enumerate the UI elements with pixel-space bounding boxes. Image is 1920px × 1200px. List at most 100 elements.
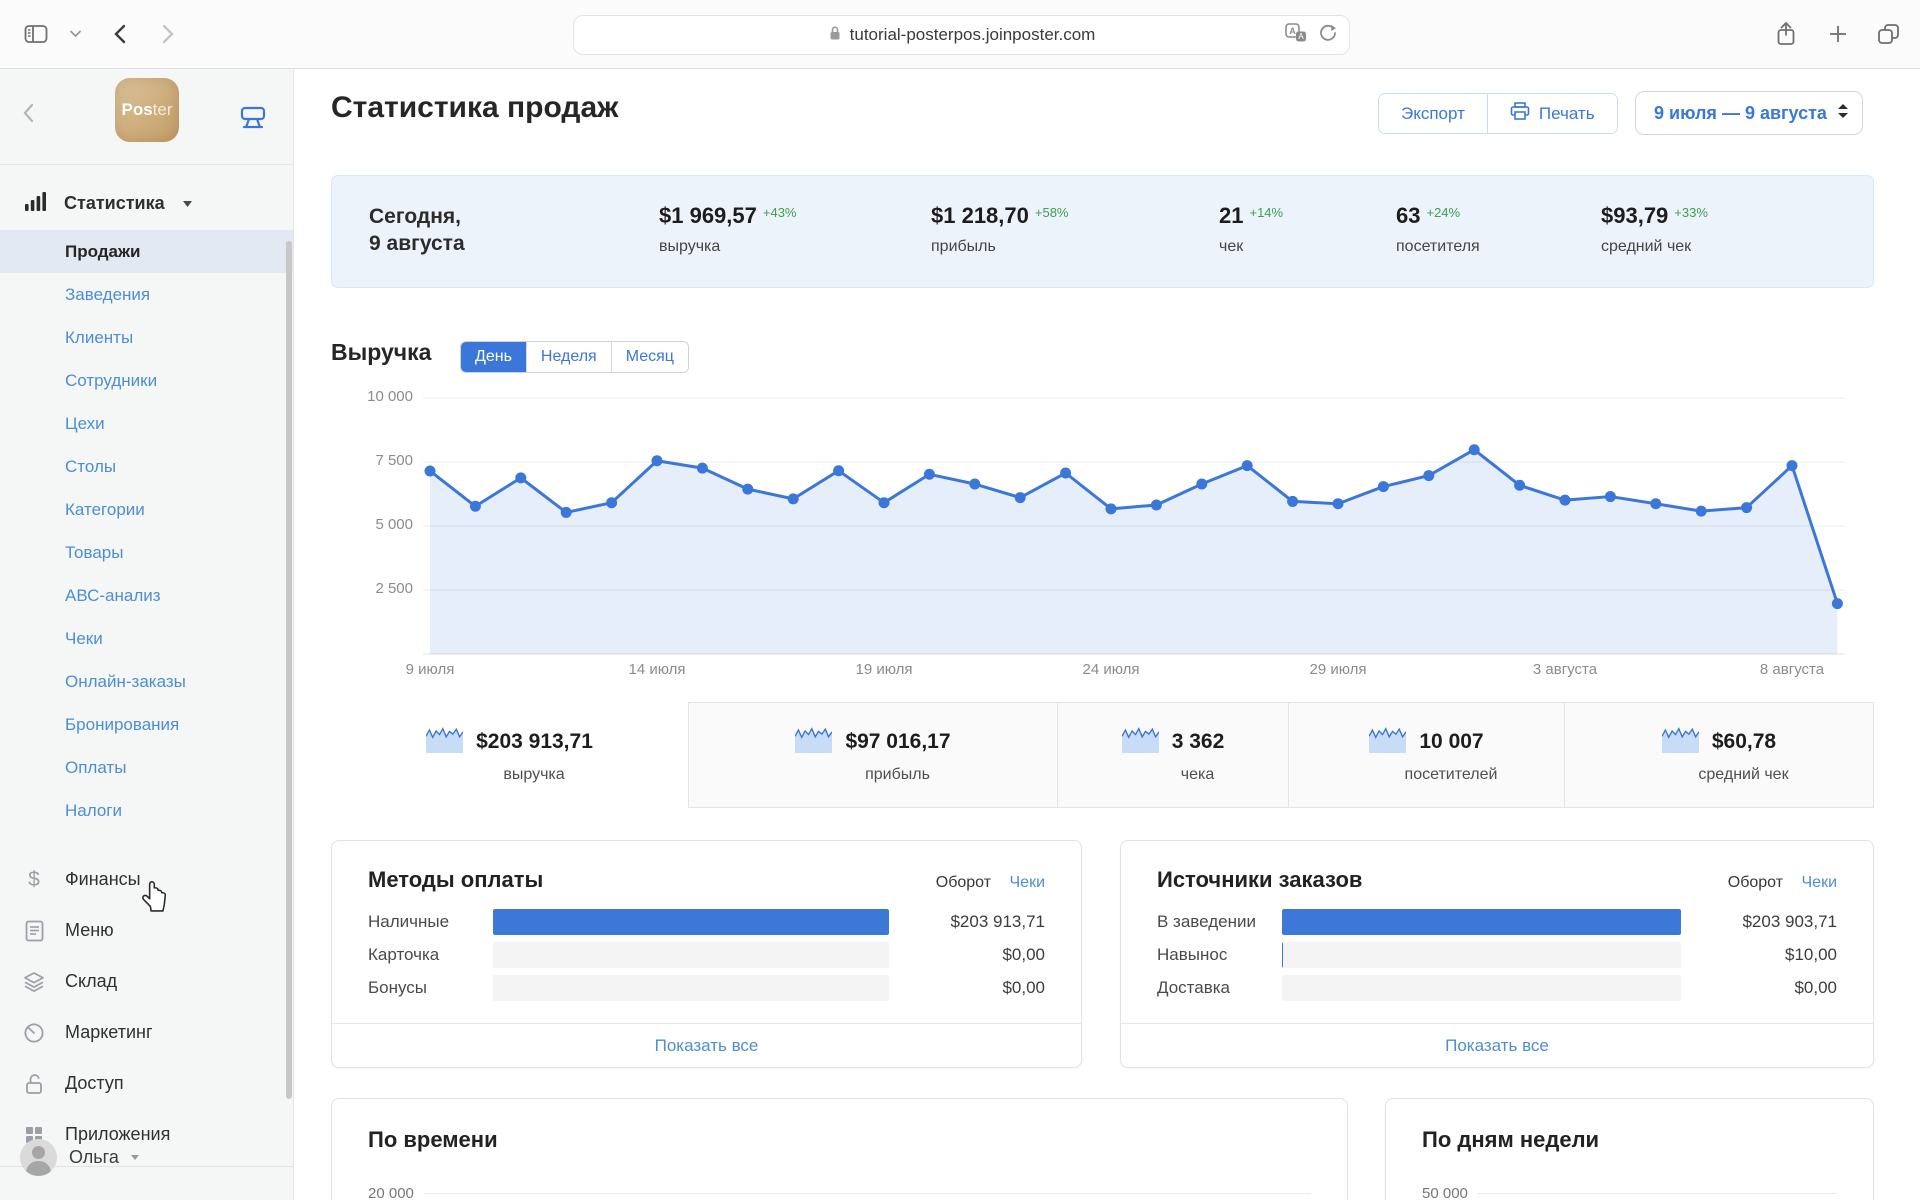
chart-point[interactable] <box>606 497 618 509</box>
new-tab-icon[interactable] <box>1828 24 1848 44</box>
sidebar-subitem[interactable]: Сотрудники <box>0 359 293 402</box>
share-icon[interactable] <box>1775 21 1797 47</box>
chart-point[interactable] <box>1196 478 1208 490</box>
toolbar-chevron-down-icon[interactable] <box>70 30 81 38</box>
today-stat: $1 969,57 +43% выручка <box>659 203 797 255</box>
sidebar-subitem[interactable]: АВС-анализ <box>0 574 293 617</box>
sidebar-subitem[interactable]: Оплаты <box>0 746 293 789</box>
sidebar-subitem[interactable]: Категории <box>0 488 293 531</box>
summary-card-3[interactable]: 3 362 чека <box>1057 702 1288 808</box>
chart-point[interactable] <box>1287 495 1299 507</box>
summary-card-4[interactable]: 10 007 посетителей <box>1288 702 1564 808</box>
chart-point[interactable] <box>469 500 481 512</box>
toggle-turnover[interactable]: Оборот <box>1728 874 1783 891</box>
user-name: Ольга <box>69 1147 119 1167</box>
today-summary-bar: Сегодня, 9 августа $1 969,57 +43% выручка $… <box>331 175 1874 288</box>
chart-point[interactable] <box>1559 494 1571 506</box>
chart-point[interactable] <box>1423 470 1435 482</box>
chart-point[interactable] <box>833 465 845 477</box>
translate-icon[interactable]: AA <box>1285 23 1307 47</box>
chart-point[interactable] <box>1377 481 1389 493</box>
chart-point[interactable] <box>969 478 981 490</box>
by-weekday-card: По дням недели 50 000 <box>1385 1098 1874 1200</box>
show-all-link[interactable]: Показать все <box>332 1023 1081 1067</box>
chart-point[interactable] <box>560 506 572 518</box>
tab-period[interactable]: Неделя <box>525 342 611 372</box>
chart-point[interactable] <box>1105 503 1117 515</box>
delta-badge: +24% <box>1426 205 1461 220</box>
chart-point[interactable] <box>515 472 527 484</box>
chart-point[interactable] <box>1150 499 1162 511</box>
chart-point[interactable] <box>1741 502 1753 514</box>
sidebar-subitem[interactable]: Цехи <box>0 402 293 445</box>
chart-point[interactable] <box>1241 460 1253 472</box>
tab-period[interactable]: Месяц <box>610 342 688 372</box>
chart-point[interactable] <box>1060 467 1072 479</box>
sidebar-item-lock-open[interactable]: Доступ <box>0 1058 293 1109</box>
export-button[interactable]: Экспорт <box>1379 94 1487 133</box>
sidebar-toggle-icon[interactable] <box>24 24 48 44</box>
address-bar[interactable]: tutorial-posterpos.joinposter.com AA <box>573 15 1350 55</box>
sidebar-subitem[interactable]: Бронирования <box>0 703 293 746</box>
collapse-sidebar-icon[interactable] <box>22 103 34 128</box>
sidebar-nav: Статистика Продажи Заведения Клиенты Сотруд… <box>0 165 293 1167</box>
show-all-link[interactable]: Показать все <box>1121 1023 1873 1067</box>
sort-arrows-icon <box>1838 103 1848 123</box>
sidebar-subitem[interactable]: Столы <box>0 445 293 488</box>
tabs-overview-icon[interactable] <box>1876 22 1902 46</box>
sidebar-item-marketing[interactable]: Маркетинг <box>0 1007 293 1058</box>
chart-point[interactable] <box>1650 498 1662 510</box>
sidebar-item-layers[interactable]: Склад <box>0 956 293 1007</box>
pos-terminal-icon[interactable] <box>239 105 267 136</box>
chart-point[interactable] <box>878 497 890 509</box>
chart-point[interactable] <box>1831 598 1843 610</box>
chart-point[interactable] <box>1786 460 1798 472</box>
sidebar-subitem[interactable]: Заведения <box>0 273 293 316</box>
toggle-receipts[interactable]: Чеки <box>1802 874 1838 891</box>
chart-point[interactable] <box>1695 505 1707 517</box>
chart-point[interactable] <box>787 493 799 505</box>
export-print-group: Экспорт Печать <box>1378 93 1618 134</box>
revenue-chart[interactable] <box>415 381 1860 666</box>
chart-point[interactable] <box>1468 444 1480 456</box>
sidebar-subitem[interactable]: Клиенты <box>0 316 293 359</box>
x-axis-label: 19 июля <box>855 661 913 678</box>
main-content: Статистика продаж Экспорт Печать 9 июля … <box>295 69 1920 1200</box>
poster-logo[interactable]: Pos ter <box>115 78 179 142</box>
svg-text:A: A <box>1298 32 1304 41</box>
sidebar-subitem[interactable]: Продажи <box>0 230 293 273</box>
delta-badge: +43% <box>762 205 797 220</box>
sidebar-subitem[interactable]: Товары <box>0 531 293 574</box>
reload-icon[interactable] <box>1319 24 1337 47</box>
sidebar-subitem[interactable]: Онлайн-заказы <box>0 660 293 703</box>
delta-badge: +14% <box>1249 205 1284 220</box>
summary-card-5[interactable]: $60,78 средний чек <box>1564 702 1874 808</box>
toggle-turnover[interactable]: Оборот <box>936 874 991 891</box>
toggle-receipts[interactable]: Чеки <box>1010 874 1046 891</box>
sidebar-subitem[interactable]: Налоги <box>0 789 293 832</box>
date-range-select[interactable]: 9 июля — 9 августа <box>1635 91 1863 135</box>
forward-icon[interactable] <box>162 24 174 44</box>
user-menu[interactable]: Ольга <box>0 1139 293 1176</box>
y-axis-label: 2 500 <box>375 580 413 597</box>
chart-point[interactable] <box>923 468 935 480</box>
back-icon[interactable] <box>114 24 126 44</box>
chart-point[interactable] <box>696 462 708 474</box>
lock-open-icon <box>22 1073 46 1095</box>
print-button[interactable]: Печать <box>1486 94 1617 133</box>
sidebar-subitem[interactable]: Чеки <box>0 617 293 660</box>
summary-card-1[interactable]: $203 913,71 выручка <box>331 702 688 808</box>
chart-point[interactable] <box>1514 479 1526 491</box>
chart-point[interactable] <box>1604 491 1616 503</box>
bar-track <box>493 975 889 1001</box>
summary-card-2[interactable]: $97 016,17 прибыль <box>688 702 1057 808</box>
chart-point[interactable] <box>651 455 663 467</box>
tab-period[interactable]: День <box>461 342 526 372</box>
chart-point[interactable] <box>1332 498 1344 510</box>
sidebar-header: Pos ter <box>0 69 293 165</box>
chart-point[interactable] <box>742 483 754 495</box>
chart-point[interactable] <box>424 465 436 477</box>
sidebar-scrollbar[interactable] <box>286 241 292 1099</box>
sidebar-item-statistics[interactable]: Статистика <box>0 165 293 230</box>
chart-point[interactable] <box>1014 492 1026 504</box>
